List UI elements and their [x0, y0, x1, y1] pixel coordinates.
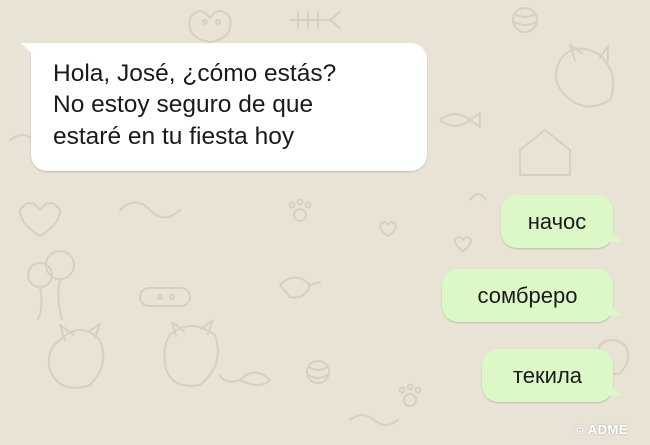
watermark: © ADME: [574, 422, 628, 437]
bubble-tail: [21, 43, 35, 57]
outgoing-message[interactable]: текила: [482, 349, 623, 402]
message-text: текила: [512, 362, 583, 388]
message-text: начос: [527, 208, 587, 234]
message-text: сомбреро: [477, 282, 578, 308]
message-text: Hola, José, ¿cómo estás? No estoy seguro…: [53, 60, 337, 150]
chat-area: Hola, José, ¿cómo estás? No estoy seguro…: [0, 0, 650, 445]
outgoing-message[interactable]: начос: [501, 195, 623, 248]
incoming-message[interactable]: Hola, José, ¿cómo estás? No estoy seguro…: [21, 43, 427, 171]
outgoing-message[interactable]: сомбреро: [442, 269, 623, 322]
